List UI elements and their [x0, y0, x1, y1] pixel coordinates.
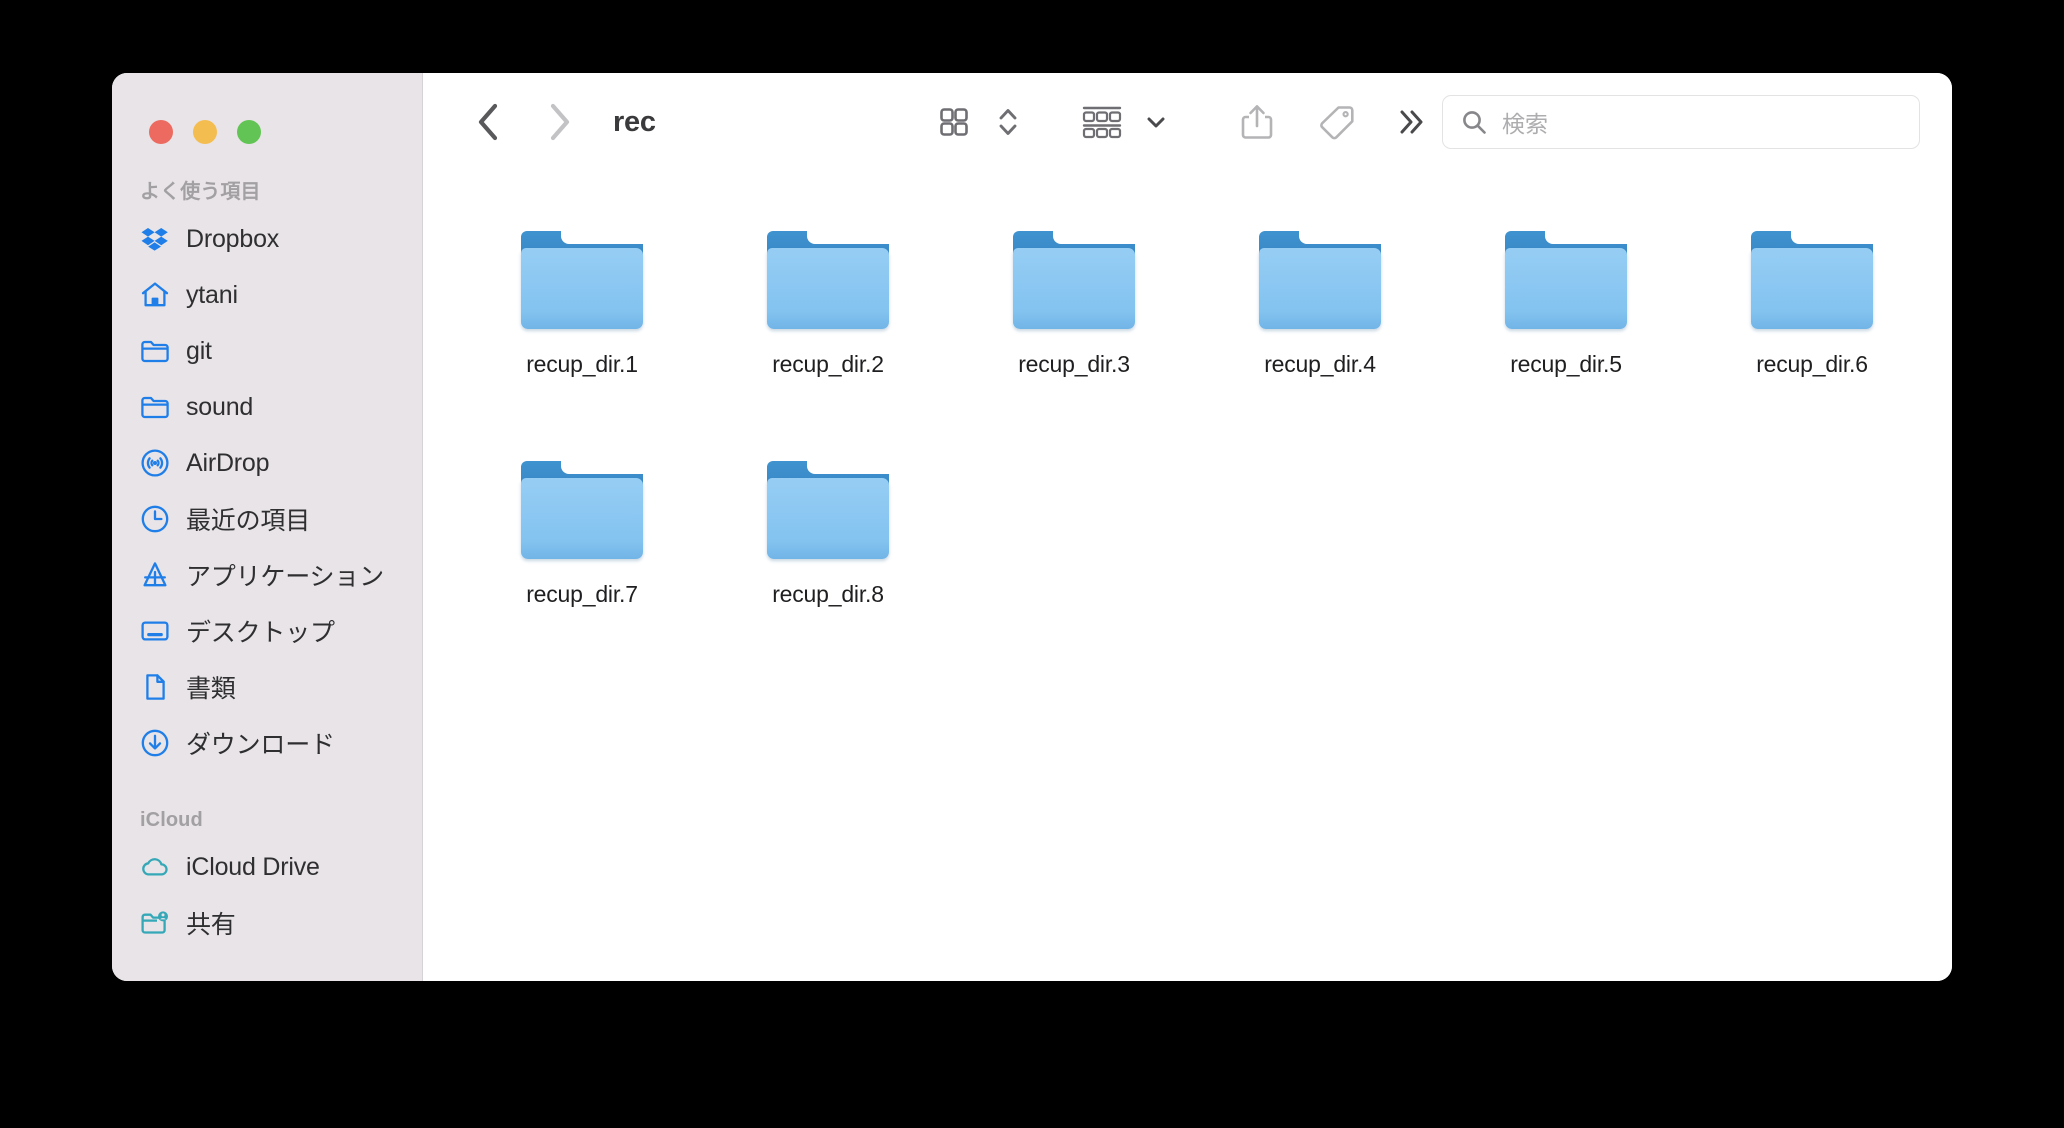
search-icon — [1461, 109, 1488, 136]
sidebar-item-共有[interactable]: 共有 — [112, 895, 422, 951]
folder-icon — [140, 392, 170, 422]
sidebar-item-label: ダウンロード — [186, 731, 335, 759]
finder-window: よく使う項目 Dropbox ytani git sound AirDrop 最近の項目アプ… — [112, 73, 1952, 981]
document-icon — [140, 672, 170, 702]
sidebar-item-アプリケーション[interactable]: アプリケーション — [112, 547, 422, 603]
page-title: rec — [613, 105, 656, 138]
sidebar-item-label: デスクトップ — [186, 619, 335, 647]
zoom-button[interactable] — [237, 120, 261, 144]
search-input[interactable]: 検索 — [1442, 95, 1920, 149]
folder-icon — [1751, 231, 1873, 329]
download-icon — [140, 728, 170, 758]
sidebar-item-label: iCloud Drive — [186, 852, 320, 881]
sidebar-section-header: iCloud — [140, 809, 203, 831]
sidebar-item-デスクトップ[interactable]: デスクトップ — [112, 603, 422, 659]
applications-icon — [140, 560, 170, 590]
folder-icon — [1013, 231, 1135, 329]
sidebar-item-label: AirDrop — [186, 448, 270, 477]
sidebar-item-書類[interactable]: 書類 — [112, 659, 422, 715]
group-by-icon[interactable] — [1080, 100, 1124, 144]
file-label: recup_dir.1 — [526, 351, 638, 377]
file-label: recup_dir.5 — [1510, 351, 1622, 377]
file-item[interactable]: recup_dir.4 — [1197, 231, 1443, 461]
sidebar-item-AirDrop[interactable]: AirDrop — [112, 435, 422, 491]
file-item[interactable]: recup_dir.8 — [705, 461, 951, 691]
share-icon[interactable] — [1235, 100, 1279, 144]
file-label: recup_dir.8 — [772, 581, 884, 607]
folder-icon — [767, 461, 889, 559]
sidebar-item-label: アプリケーション — [186, 563, 384, 591]
sidebar-item-label: ytani — [186, 280, 238, 309]
chevron-down-icon[interactable] — [1134, 100, 1178, 144]
toolbar: rec 検索 — [423, 73, 1952, 171]
file-item[interactable]: recup_dir.5 — [1443, 231, 1689, 461]
double-chevron-right-icon[interactable] — [1390, 100, 1434, 144]
sidebar-item-最近の項目[interactable]: 最近の項目 — [112, 491, 422, 547]
grid-view-icon[interactable] — [932, 100, 976, 144]
view-mode-group[interactable] — [932, 100, 1030, 144]
clock-icon — [140, 504, 170, 534]
sidebar-item-ダウンロード[interactable]: ダウンロード — [112, 715, 422, 771]
desktop-icon — [140, 616, 170, 646]
file-label: recup_dir.4 — [1264, 351, 1376, 377]
sidebar-item-git[interactable]: git — [112, 323, 422, 379]
minimize-button[interactable] — [193, 120, 217, 144]
sidebar-item-ytani[interactable]: ytani — [112, 267, 422, 323]
file-item[interactable]: recup_dir.1 — [459, 231, 705, 461]
sidebar-item-sound[interactable]: sound — [112, 379, 422, 435]
forward-button[interactable] — [537, 99, 583, 145]
file-label: recup_dir.7 — [526, 581, 638, 607]
sidebar-item-label: 書類 — [186, 675, 236, 703]
file-item[interactable]: recup_dir.7 — [459, 461, 705, 691]
file-grid: recup_dir.1 recup_dir.2 recup_dir.3 recup_d… — [423, 171, 1952, 981]
folder-icon — [767, 231, 889, 329]
window-controls — [149, 120, 261, 144]
airdrop-icon — [140, 448, 170, 478]
home-icon — [140, 280, 170, 310]
folder-icon — [140, 336, 170, 366]
folder-icon — [1259, 231, 1381, 329]
file-label: recup_dir.3 — [1018, 351, 1130, 377]
file-label: recup_dir.2 — [772, 351, 884, 377]
sidebar-item-iCloud Drive[interactable]: iCloud Drive — [112, 839, 422, 895]
chevron-up-down-icon[interactable] — [986, 100, 1030, 144]
group-by-group[interactable] — [1080, 100, 1178, 144]
sidebar-item-label: Dropbox — [186, 224, 280, 253]
sidebar-item-label: git — [186, 336, 212, 365]
tag-icon[interactable] — [1315, 100, 1359, 144]
sidebar-item-label: 共有 — [186, 911, 236, 939]
sidebar-item-Dropbox[interactable]: Dropbox — [112, 211, 422, 267]
back-button[interactable] — [465, 99, 511, 145]
sidebar-item-label: 最近の項目 — [186, 507, 311, 535]
folder-icon — [521, 231, 643, 329]
cloud-icon — [140, 852, 170, 882]
file-item[interactable]: recup_dir.3 — [951, 231, 1197, 461]
file-label: recup_dir.6 — [1756, 351, 1868, 377]
sidebar-list: よく使う項目 Dropbox ytani git sound AirDrop 最近の項目アプ… — [112, 173, 422, 951]
dropbox-icon — [140, 224, 170, 254]
file-item[interactable]: recup_dir.6 — [1689, 231, 1935, 461]
shared-folder-icon — [140, 908, 170, 938]
sidebar: よく使う項目 Dropbox ytani git sound AirDrop 最近の項目アプ… — [112, 73, 423, 981]
file-item[interactable]: recup_dir.2 — [705, 231, 951, 461]
folder-icon — [521, 461, 643, 559]
search-placeholder: 検索 — [1502, 111, 1548, 137]
close-button[interactable] — [149, 120, 173, 144]
sidebar-item-label: sound — [186, 392, 254, 421]
folder-icon — [1505, 231, 1627, 329]
main-pane: rec 検索 recup_dir.1 recup_dir.2 recup_dir… — [423, 73, 1952, 981]
sidebar-section-header: よく使う項目 — [140, 181, 261, 203]
